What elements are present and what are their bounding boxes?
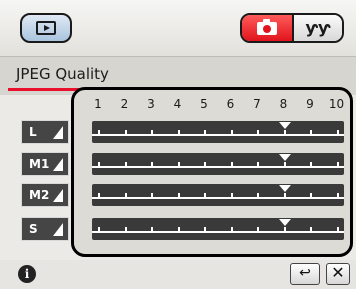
slider-tick <box>283 162 286 168</box>
size-icon <box>53 158 63 171</box>
slider-tick <box>151 193 153 199</box>
playback-icon <box>36 21 56 35</box>
slider-tick <box>310 227 312 233</box>
bottom-bar: i ↩ ✕ <box>0 260 356 289</box>
page-title: JPEG Quality <box>16 65 109 83</box>
scale-label: 10 <box>328 97 345 111</box>
slider-tick <box>336 162 339 168</box>
quality-slider-m1[interactable] <box>92 153 344 175</box>
scale-label: 4 <box>173 97 182 111</box>
camera-icon <box>257 19 277 35</box>
slider-marker[interactable] <box>278 185 291 192</box>
back-button[interactable]: ↩ <box>290 263 320 285</box>
info-icon: i <box>24 267 30 281</box>
slider-tick <box>257 193 259 199</box>
scale-label: 9 <box>306 97 314 111</box>
scale-label: 3 <box>147 97 155 111</box>
top-bar: ƴƴ <box>0 0 356 57</box>
slider-tick <box>98 162 100 168</box>
slider-marker[interactable] <box>278 154 291 161</box>
slider-tick <box>151 227 153 233</box>
size-label-m2: M2 <box>21 183 69 207</box>
slider-tick <box>257 130 259 136</box>
slider-tick <box>124 162 127 168</box>
slider-tick <box>98 130 100 136</box>
slider-tick <box>177 193 180 199</box>
slider-tick <box>257 162 259 168</box>
slider-marker[interactable] <box>278 122 291 129</box>
slider-tick <box>124 193 127 199</box>
slider-tick <box>124 130 127 136</box>
size-icon <box>53 189 63 202</box>
slider-tick <box>204 162 206 168</box>
slider-tick <box>310 162 312 168</box>
quality-settings-screen: ƴƴ JPEG Quality 1 2 3 4 5 6 7 8 9 10 L M1 M2 S i ↩ ✕ <box>0 0 356 289</box>
slider-tick <box>98 227 100 233</box>
close-icon: ✕ <box>331 263 345 282</box>
tools-icon: ƴƴ <box>305 18 331 37</box>
slider-tick <box>310 130 312 136</box>
slider-tick <box>283 193 286 199</box>
slider-tick <box>204 193 206 199</box>
size-label-text: M1 <box>29 157 50 171</box>
slider-tick <box>283 227 286 233</box>
scale-label: 6 <box>226 97 235 111</box>
slider-tick <box>124 227 127 233</box>
slider-tick <box>151 162 153 168</box>
close-button[interactable]: ✕ <box>326 263 350 285</box>
slider-line <box>92 197 344 199</box>
slider-marker[interactable] <box>278 219 291 226</box>
slider-tick <box>177 130 180 136</box>
size-icon <box>53 223 63 236</box>
slider-tick <box>177 162 180 168</box>
back-icon: ↩ <box>299 265 311 281</box>
slider-tick <box>336 130 339 136</box>
size-label-s: S <box>21 217 69 241</box>
size-icon <box>53 126 63 139</box>
size-label-l: L <box>21 120 69 144</box>
slider-tick <box>310 193 312 199</box>
playback-button[interactable] <box>20 13 72 43</box>
slider-tick <box>151 130 153 136</box>
slider-tick <box>204 130 206 136</box>
title-underline <box>8 88 82 91</box>
size-label-text: M2 <box>29 188 50 202</box>
slider-tick <box>336 193 339 199</box>
slider-tick <box>177 227 180 233</box>
quality-slider-s[interactable] <box>92 218 344 240</box>
scale-label: 5 <box>200 97 208 111</box>
slider-line <box>92 134 344 136</box>
size-label-text: L <box>29 125 37 139</box>
slider-tick <box>230 193 233 199</box>
slider-tick <box>230 162 233 168</box>
slider-line <box>92 166 344 168</box>
quality-slider-l[interactable] <box>92 121 344 143</box>
slider-tick <box>283 130 286 136</box>
info-button[interactable]: i <box>18 265 36 283</box>
size-label-text: S <box>29 222 38 236</box>
slider-tick <box>230 227 233 233</box>
slider-tick <box>230 130 233 136</box>
mode-switch: ƴƴ <box>240 13 344 43</box>
slider-tick <box>336 227 339 233</box>
slider-line <box>92 231 344 233</box>
scale-label: 2 <box>120 97 129 111</box>
setup-mode-button[interactable]: ƴƴ <box>292 15 342 41</box>
scale-label: 1 <box>94 97 102 111</box>
scale-label: 7 <box>253 97 261 111</box>
quality-slider-m2[interactable] <box>92 184 344 206</box>
camera-mode-button[interactable] <box>242 15 292 41</box>
slider-tick <box>257 227 259 233</box>
size-label-m1: M1 <box>21 152 69 176</box>
scale-label: 8 <box>279 97 288 111</box>
slider-tick <box>98 193 100 199</box>
slider-tick <box>204 227 206 233</box>
